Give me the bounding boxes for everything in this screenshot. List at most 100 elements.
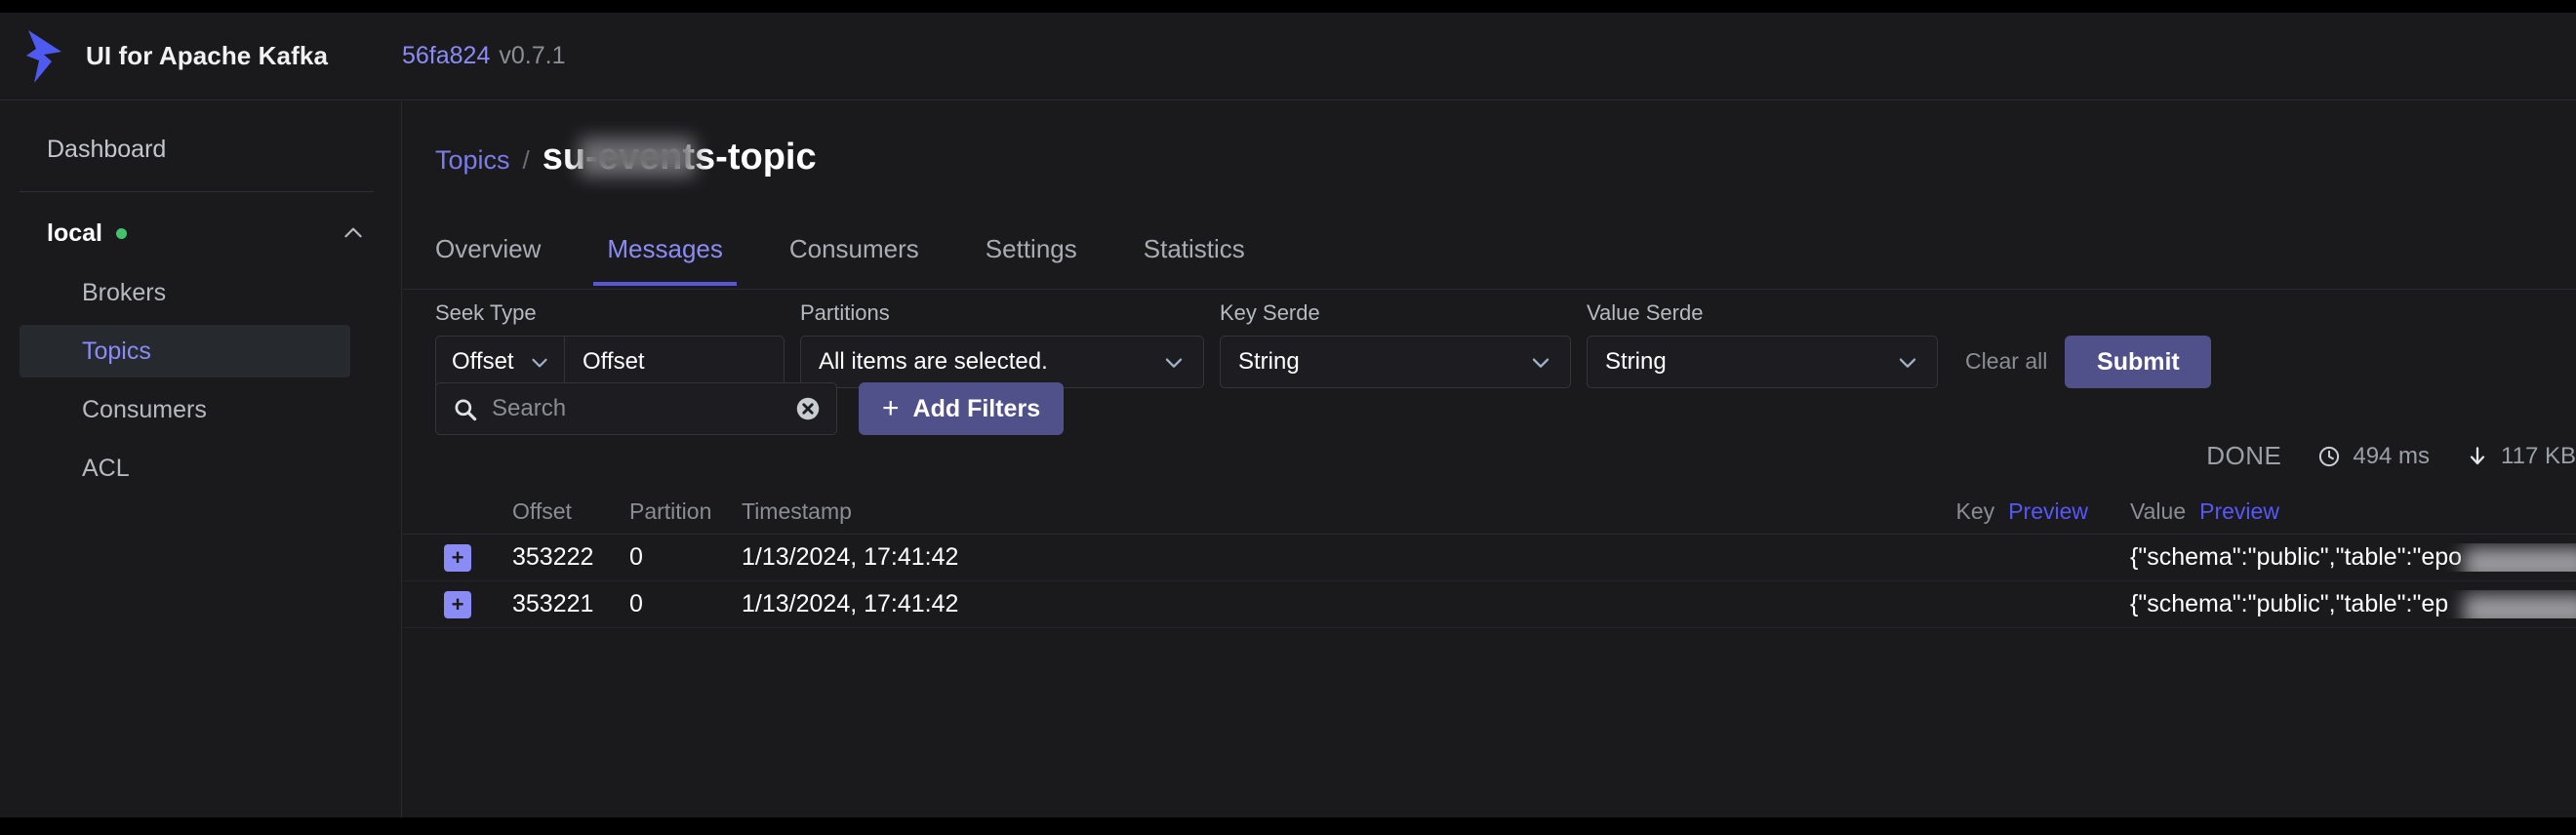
plus-icon: +: [451, 544, 464, 570]
expand-cell: +: [403, 543, 512, 572]
elapsed-value: 494 ms: [2353, 442, 2431, 469]
partitions-select[interactable]: All items are selected.: [800, 336, 1204, 388]
column-header-value-group: Value Preview: [2088, 498, 2576, 525]
breadcrumb-topics-link[interactable]: Topics: [435, 145, 510, 176]
chevron-down-icon: [1532, 358, 1550, 368]
commit-hash: 56fa824: [402, 42, 491, 69]
column-header-partition[interactable]: Partition: [629, 498, 742, 525]
tab-consumers[interactable]: Consumers: [789, 234, 919, 286]
logo-container[interactable]: [8, 28, 84, 85]
submit-button[interactable]: Submit: [2065, 336, 2212, 388]
key-serde-label: Key Serde: [1220, 300, 1320, 325]
bottom-black-strip: [0, 817, 2576, 835]
value-serde-value: String: [1605, 348, 1667, 375]
add-filters-label: Add Filters: [912, 394, 1041, 422]
cell-timestamp: 1/13/2024, 17:41:42: [742, 590, 959, 617]
value-redaction-overlay: [2464, 547, 2576, 572]
sidebar-item-consumers[interactable]: Consumers: [20, 383, 350, 436]
cell-value-text: {"schema":"public","table":"ep: [2130, 590, 2449, 617]
search-row: Search + Add Filters: [435, 382, 1065, 435]
status-badge: DONE: [2206, 441, 2282, 470]
download-arrow-icon: [2470, 446, 2485, 464]
page-title: su-events-topic: [543, 137, 817, 179]
chevron-down-icon: [532, 358, 547, 368]
value-redaction-overlay: [2464, 594, 2576, 618]
clock-icon: [2319, 446, 2340, 466]
cell-value-text: {"schema":"public","table":"epo: [2130, 543, 2463, 571]
breadcrumb-separator: /: [522, 145, 530, 175]
bytes-value: 117 KB: [2501, 442, 2576, 469]
cell-offset: 353221: [512, 590, 594, 617]
app-header: UI for Apache Kafka 56fa824 v0.7.1: [0, 13, 2576, 100]
column-header-offset[interactable]: Offset: [512, 498, 629, 525]
seek-type-select[interactable]: Offset: [435, 336, 564, 388]
cell-partition: 0: [629, 590, 643, 617]
value-serde-label: Value Serde: [1587, 300, 1704, 325]
seek-type-group: Offset Offset: [435, 336, 785, 388]
top-black-strip: [0, 0, 2576, 13]
clear-all-button[interactable]: Clear all: [1965, 348, 2047, 375]
version-number: v0.7.1: [499, 42, 566, 69]
table-row[interactable]: + 353221 0 1/13/2024, 17:41:42 {"schema"…: [403, 581, 2576, 628]
sidebar-item-topics[interactable]: Topics: [20, 325, 350, 378]
main-content: Topics / su-events-topic Overview Messag…: [403, 101, 2576, 835]
sidebar-item-brokers[interactable]: Brokers: [20, 266, 350, 319]
table-row[interactable]: + 353222 0 1/13/2024, 17:41:42 {"schema"…: [403, 535, 2576, 581]
tab-statistics[interactable]: Statistics: [1144, 234, 1245, 286]
table-header-row: Offset Partition Timestamp Key Preview V…: [403, 490, 2576, 535]
key-serde-select[interactable]: String: [1220, 336, 1571, 388]
search-input[interactable]: Search: [492, 395, 566, 422]
key-preview-link[interactable]: Preview: [2008, 498, 2088, 525]
chevron-up-icon[interactable]: [341, 220, 366, 246]
column-header-key-group: Key Preview: [1117, 498, 2088, 525]
plus-icon: +: [882, 392, 900, 424]
sidebar-divider: [20, 191, 374, 192]
chevron-down-icon: [1899, 358, 1916, 368]
partitions-label: Partitions: [800, 300, 890, 325]
cell-partition: 0: [629, 543, 643, 571]
filter-bar: Seek Type Offset Offset Partitions All i…: [435, 300, 2212, 388]
sidebar-cluster-local[interactable]: local: [0, 206, 401, 260]
expand-cell: +: [403, 590, 512, 618]
cell-timestamp: 1/13/2024, 17:41:42: [742, 543, 959, 571]
column-header-timestamp[interactable]: Timestamp: [742, 498, 1117, 525]
key-serde-field: Key Serde String: [1220, 300, 1571, 388]
value-serde-select[interactable]: String: [1587, 336, 1938, 388]
add-filters-button[interactable]: + Add Filters: [859, 382, 1065, 435]
sidebar-item-dashboard[interactable]: Dashboard: [0, 123, 401, 176]
fetch-status-row: DONE 494 ms 117 KB: [435, 441, 2576, 471]
topic-tabs: Overview Messages Consumers Settings Sta…: [435, 234, 2562, 289]
cell-offset: 353222: [512, 543, 594, 571]
tabs-bottom-rule: [403, 289, 2576, 290]
partitions-value: All items are selected.: [819, 348, 1048, 375]
redaction-overlay: [579, 138, 695, 177]
chevron-down-icon: [1165, 358, 1183, 368]
value-preview-link[interactable]: Preview: [2199, 498, 2279, 525]
search-input-wrapper[interactable]: Search: [435, 382, 837, 435]
key-serde-value: String: [1238, 348, 1300, 375]
cell-value: {"schema":"public","table":"ep: [2088, 590, 2576, 618]
kafka-arrow-logo-icon: [26, 29, 61, 83]
elapsed-time: 494 ms: [2316, 443, 2430, 470]
cluster-online-dot: [115, 227, 127, 239]
seek-type-label: Seek Type: [435, 300, 537, 325]
tab-settings[interactable]: Settings: [986, 234, 1077, 286]
clear-circle-icon[interactable]: [793, 394, 823, 423]
messages-table: Offset Partition Timestamp Key Preview V…: [403, 490, 2576, 628]
version-info: 56fa824 v0.7.1: [402, 42, 565, 70]
column-header-value: Value: [2130, 498, 2187, 524]
expand-row-button[interactable]: +: [444, 543, 471, 572]
column-header-key: Key: [1955, 498, 1995, 524]
tab-overview[interactable]: Overview: [435, 234, 541, 286]
cluster-name: local: [47, 219, 102, 247]
sidebar-item-acl[interactable]: ACL: [20, 442, 350, 495]
seek-offset-input[interactable]: Offset: [564, 336, 785, 388]
plus-icon: +: [451, 591, 464, 616]
search-icon: [455, 398, 477, 420]
expand-row-button[interactable]: +: [444, 590, 471, 618]
app-title: UI for Apache Kafka: [86, 41, 328, 70]
kafka-ui-app: UI for Apache Kafka 56fa824 v0.7.1 Dashbo…: [0, 0, 2576, 835]
seek-type-value: Offset: [452, 348, 514, 375]
cell-value: {"schema":"public","table":"epo: [2088, 543, 2576, 572]
tab-messages[interactable]: Messages: [593, 234, 737, 286]
